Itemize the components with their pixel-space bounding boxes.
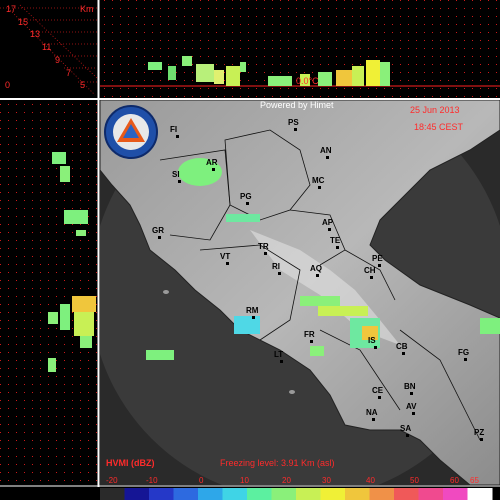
color-scale-label: 60 [450,476,459,485]
radar-map-view: 0.0°C 17 Km 15 13 11 9 7 5 0 Powered by … [0,0,500,500]
color-scale-label: 10 [240,476,249,485]
color-scale-label: -10 [146,476,158,485]
color-scale-labels: -20 -10 0 10 20 30 40 50 60 65 [0,0,500,500]
color-scale-label: 40 [366,476,375,485]
color-scale-label: 50 [410,476,419,485]
color-scale-label: 65 [470,476,479,485]
color-scale-label: 30 [322,476,331,485]
color-scale-label: 0 [199,476,204,485]
color-scale-label: 20 [282,476,291,485]
color-scale-label: -20 [106,476,118,485]
